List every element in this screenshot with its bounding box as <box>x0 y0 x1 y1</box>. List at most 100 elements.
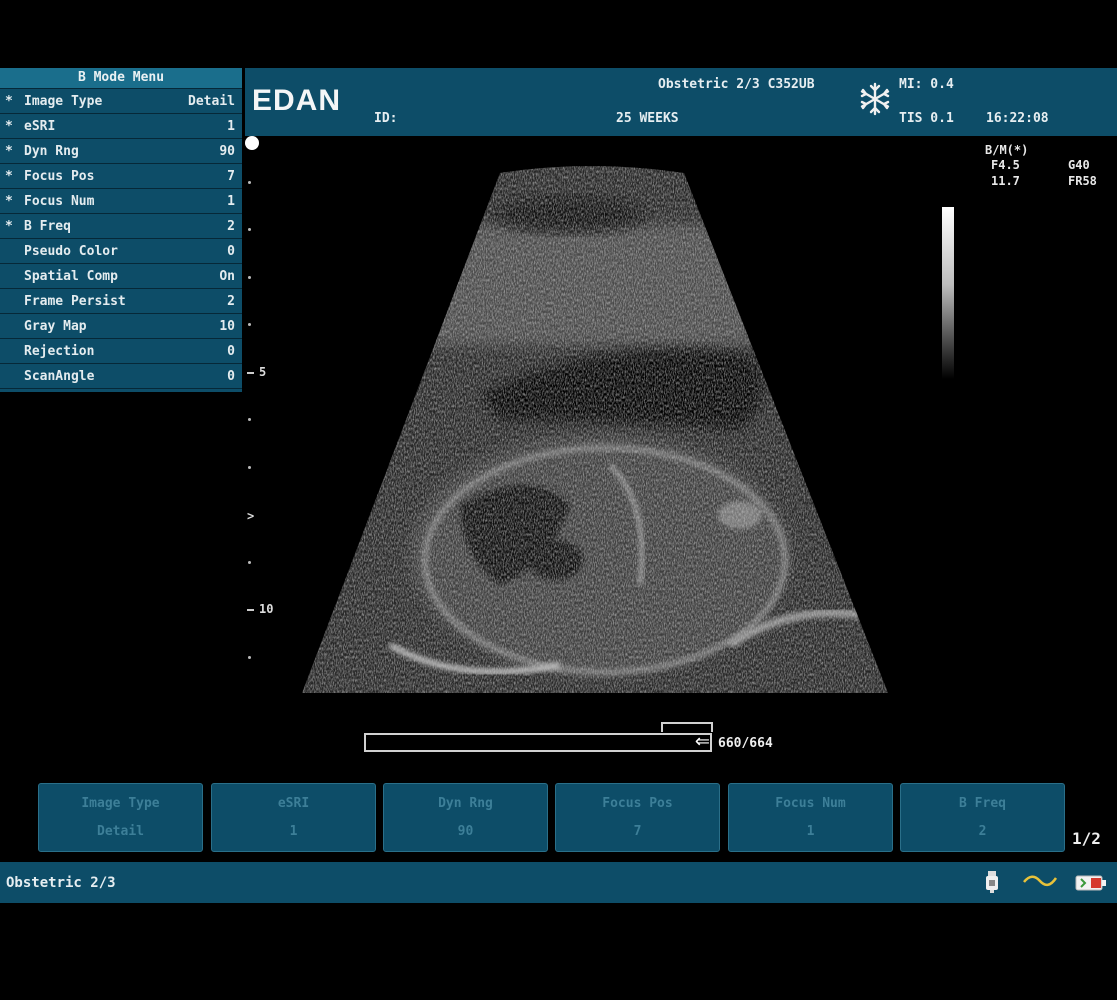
menu-item-value: 10 <box>219 319 235 334</box>
exam-title: Obstetric 2/3 C352UB <box>658 77 815 92</box>
softkey-label: Dyn Rng <box>438 796 493 811</box>
mode-readout: B/M(*) <box>985 143 1029 157</box>
menu-item-label: Spatial Comp <box>24 269 118 284</box>
cine-frame-count: 660/664 <box>718 736 773 751</box>
cine-arrow-icon: ⇐ <box>694 731 710 752</box>
softkey-value: Detail <box>97 824 144 839</box>
softkey-esri[interactable]: eSRI 1 <box>211 783 376 852</box>
edan-logo: EDAN <box>252 84 342 117</box>
softkey-label: Focus Pos <box>602 796 673 811</box>
menu-item-marker: * <box>5 94 13 109</box>
menu-item-esri[interactable]: * eSRI 1 <box>0 115 242 139</box>
menu-item-label: eSRI <box>24 119 56 134</box>
menu-item-label: Rejection <box>24 344 95 359</box>
softkey-image-type[interactable]: Image Type Detail <box>38 783 203 852</box>
depth-tick <box>248 418 251 421</box>
cine-progress-position <box>366 735 707 750</box>
gestational-age: 25 WEEKS <box>616 111 679 126</box>
menu-item-focus-pos[interactable]: * Focus Pos 7 <box>0 165 242 189</box>
softkey-label: eSRI <box>277 796 310 811</box>
menu-item-spatial-comp[interactable]: Spatial Comp On <box>0 265 242 289</box>
depth-label-10: 10 <box>259 602 274 616</box>
depth-tick <box>248 323 251 326</box>
menu-item-value: 7 <box>227 169 235 184</box>
cine-progress-bar[interactable]: ⇐ <box>364 731 712 752</box>
menu-item-label: Focus Num <box>24 194 95 209</box>
menu-item-pseudo-color[interactable]: Pseudo Color 0 <box>0 240 242 264</box>
menu-item-label: Gray Map <box>24 319 87 334</box>
focus-marker: > <box>247 509 255 523</box>
gray-scale-bar <box>942 207 954 379</box>
softkey-focus-num[interactable]: Focus Num 1 <box>728 783 893 852</box>
menu-item-value: Detail <box>188 94 235 109</box>
wave-icon <box>1022 872 1058 894</box>
menu-title: B Mode Menu <box>0 68 242 89</box>
exam-preset-label: Obstetric 2/3 <box>6 875 116 891</box>
menu-item-marker: * <box>5 169 13 184</box>
menu-item-label: B Freq <box>24 219 71 234</box>
menu-item-label: Pseudo Color <box>24 244 118 259</box>
menu-item-value: 90 <box>219 144 235 159</box>
menu-item-focus-num[interactable]: * Focus Num 1 <box>0 190 242 214</box>
menu-item-frame-persist[interactable]: Frame Persist 2 <box>0 290 242 314</box>
softkey-b-freq[interactable]: B Freq 2 <box>900 783 1065 852</box>
softkey-label: Focus Num <box>775 796 846 811</box>
depth-label-5: 5 <box>259 365 267 379</box>
softkey-value: 1 <box>806 824 815 839</box>
mi-readout: MI: 0.4 <box>899 77 954 92</box>
snowflake-icon <box>858 82 892 120</box>
menu-item-value: 1 <box>227 119 235 134</box>
depth-readout: 11.7 <box>991 174 1020 188</box>
softkey-value: 2 <box>978 824 987 839</box>
softkey-value: 1 <box>289 824 298 839</box>
menu-item-value: 0 <box>227 344 235 359</box>
menu-item-value: 2 <box>227 294 235 309</box>
softkey-value: 90 <box>457 824 474 839</box>
ultrasound-image[interactable] <box>300 165 890 697</box>
menu-item-label: Dyn Rng <box>24 144 79 159</box>
menu-item-image-type[interactable]: * Image Type Detail <box>0 90 242 114</box>
gain-readout: G40 <box>1068 158 1090 172</box>
depth-tick <box>248 466 251 469</box>
softkey-focus-pos[interactable]: Focus Pos 7 <box>555 783 720 852</box>
depth-tick <box>248 561 251 564</box>
probe-orientation-marker <box>245 136 259 150</box>
menu-item-marker: * <box>5 119 13 134</box>
menu-item-value: 0 <box>227 244 235 259</box>
menu-item-marker: * <box>5 144 13 159</box>
menu-item-label: ScanAngle <box>24 369 95 384</box>
tis-readout: TIS 0.1 <box>899 111 954 126</box>
menu-item-value: 2 <box>227 219 235 234</box>
menu-item-value: 1 <box>227 194 235 209</box>
menu-item-scan-angle[interactable]: ScanAngle 0 <box>0 365 242 389</box>
frequency-readout: F4.5 <box>991 158 1020 172</box>
menu-item-value: 0 <box>227 369 235 384</box>
menu-item-label: Frame Persist <box>24 294 126 309</box>
menu-item-rejection[interactable]: Rejection 0 <box>0 340 242 364</box>
softkey-dyn-rng[interactable]: Dyn Rng 90 <box>383 783 548 852</box>
softkey-label: Image Type <box>81 796 160 811</box>
clock: 16:22:08 <box>986 111 1049 126</box>
battery-icon <box>1075 872 1109 896</box>
status-bar <box>0 862 1117 903</box>
softkey-value: 7 <box>633 824 642 839</box>
menu-item-marker: * <box>5 194 13 209</box>
menu-item-b-freq[interactable]: * B Freq 2 <box>0 215 242 239</box>
menu-item-label: Focus Pos <box>24 169 95 184</box>
depth-tick-major <box>247 372 254 374</box>
menu-item-value: On <box>219 269 235 284</box>
menu-item-label: Image Type <box>24 94 103 109</box>
b-mode-menu: B Mode Menu * Image Type Detail * eSRI 1… <box>0 68 242 392</box>
softkey-page-indicator[interactable]: 1/2 <box>1072 829 1101 848</box>
depth-tick-major <box>247 609 254 611</box>
depth-tick <box>248 276 251 279</box>
frame-rate-readout: FR58 <box>1068 174 1097 188</box>
patient-id-label: ID: <box>374 111 398 126</box>
depth-tick <box>248 181 251 184</box>
menu-item-gray-map[interactable]: Gray Map 10 <box>0 315 242 339</box>
probe-icon <box>985 870 999 898</box>
softkey-label: B Freq <box>959 796 1006 811</box>
menu-item-dyn-rng[interactable]: * Dyn Rng 90 <box>0 140 242 164</box>
menu-item-marker: * <box>5 219 13 234</box>
depth-tick <box>248 656 251 659</box>
